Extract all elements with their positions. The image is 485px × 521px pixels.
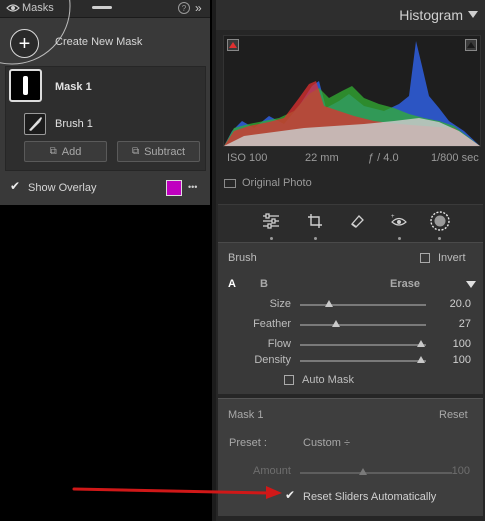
brush-title: Brush: [228, 252, 257, 264]
flow-slider-track[interactable]: [300, 344, 426, 346]
brush-options-toggle-icon[interactable]: [466, 281, 476, 288]
subtract-button[interactable]: ⧉ Subtract: [117, 141, 200, 162]
red-eye-icon[interactable]: +: [388, 210, 410, 232]
brush-tab-a[interactable]: A: [228, 278, 236, 290]
amount-value[interactable]: 100: [440, 465, 470, 477]
mask-1-thumbnail[interactable]: [9, 69, 42, 102]
density-slider-track[interactable]: [300, 360, 426, 362]
original-photo-row: Original Photo: [216, 172, 485, 194]
panel-grip[interactable]: [92, 6, 112, 9]
density-slider-thumb[interactable]: [417, 356, 425, 363]
brush-panel: Brush Invert A B Erase Size 20.0 Feather…: [218, 242, 483, 394]
crop-icon[interactable]: [304, 210, 326, 232]
mask-1-label[interactable]: Mask 1: [55, 81, 92, 93]
invert-label: Invert: [438, 252, 466, 264]
shutter-value: 1/800 sec: [431, 152, 479, 164]
adjustments-icon[interactable]: [260, 210, 282, 232]
highlight-clipping-icon[interactable]: [465, 39, 477, 51]
brush-tab-erase[interactable]: Erase: [390, 278, 420, 290]
red-eye-indicator: [398, 237, 401, 240]
size-slider-track[interactable]: [300, 304, 426, 306]
feather-slider-track[interactable]: [300, 324, 426, 326]
focal-length-value: 22 mm: [305, 152, 339, 164]
create-new-mask-button[interactable]: +: [10, 29, 39, 58]
density-value[interactable]: 100: [441, 354, 471, 366]
help-icon[interactable]: ?: [178, 2, 190, 14]
adjustments-indicator: [270, 237, 273, 240]
feather-value[interactable]: 27: [441, 318, 471, 330]
feather-slider-thumb[interactable]: [332, 320, 340, 327]
flow-slider-thumb[interactable]: [417, 340, 425, 347]
healing-icon[interactable]: [346, 210, 368, 232]
add-button[interactable]: ⧉ Add: [24, 141, 107, 162]
masking-icon[interactable]: [428, 209, 452, 233]
amount-slider-track[interactable]: [300, 472, 452, 474]
amount-label: Amount: [253, 465, 291, 477]
density-label: Density: [254, 354, 291, 366]
size-slider-thumb[interactable]: [325, 300, 333, 307]
original-photo-label: Original Photo: [242, 177, 312, 189]
auto-mask-checkbox[interactable]: [284, 375, 294, 385]
flow-label: Flow: [267, 338, 291, 350]
overlay-color-swatch[interactable]: [166, 180, 182, 196]
brush-tab-b[interactable]: B: [260, 278, 268, 290]
feather-label: Feather: [253, 318, 291, 330]
histogram-graph: [223, 35, 481, 147]
amount-slider-thumb[interactable]: [359, 468, 367, 475]
size-label: Size: [269, 298, 291, 310]
reset-sliders-label: Reset Sliders Automatically: [303, 491, 437, 503]
size-value[interactable]: 20.0: [441, 298, 471, 310]
more-options-icon[interactable]: •••: [188, 182, 197, 192]
add-label: Add: [61, 145, 82, 158]
reset-button[interactable]: Reset: [439, 409, 468, 421]
shadow-clipping-icon[interactable]: [227, 39, 239, 51]
annotation-arrow: [72, 486, 282, 499]
histogram-collapse-icon[interactable]: [468, 11, 478, 18]
show-overlay-label: Show Overlay: [28, 182, 97, 194]
auto-mask-label: Auto Mask: [302, 374, 354, 386]
brush-1-icon[interactable]: [24, 113, 46, 135]
exif-info: ISO 100 22 mm ƒ / 4.0 1/800 sec: [216, 147, 485, 167]
preset-dropdown[interactable]: Custom ÷: [303, 437, 350, 449]
tool-strip: +: [218, 204, 483, 242]
histogram-title: Histogram: [399, 7, 463, 23]
subtract-icon: ⧉: [131, 146, 140, 157]
crop-indicator: [314, 237, 317, 240]
aperture-value: ƒ / 4.0: [368, 152, 399, 164]
iso-value: ISO 100: [227, 152, 268, 164]
create-new-mask-label[interactable]: Create New Mask: [55, 36, 142, 48]
preset-label: Preset :: [229, 437, 267, 449]
collapse-icon[interactable]: »: [195, 1, 202, 15]
brush-1-label[interactable]: Brush 1: [55, 118, 93, 130]
add-icon: ⧉: [49, 146, 57, 157]
mask-settings-title: Mask 1: [228, 409, 264, 421]
svg-text:+: +: [391, 214, 395, 220]
show-overlay-checkbox[interactable]: ✔: [9, 179, 21, 193]
photo-icon: [224, 179, 236, 188]
subtract-label: Subtract: [144, 145, 186, 158]
histogram-header[interactable]: Histogram: [216, 0, 485, 30]
masking-indicator: [438, 237, 441, 240]
invert-checkbox[interactable]: [420, 253, 430, 263]
flow-value[interactable]: 100: [441, 338, 471, 350]
